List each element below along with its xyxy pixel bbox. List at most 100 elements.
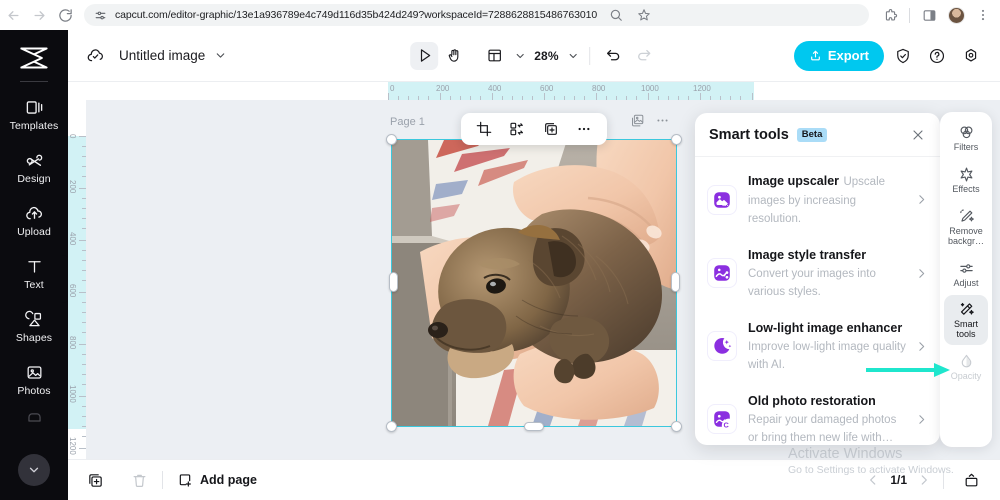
browser-action-icons — [877, 2, 1000, 28]
capcut-logo[interactable] — [11, 38, 57, 78]
resize-handle-top-right[interactable] — [671, 134, 682, 145]
sidebar-item-label: Design — [17, 173, 51, 185]
right-tool-smart-tools[interactable]: Smart tools — [944, 295, 988, 346]
present-icon[interactable] — [956, 465, 986, 495]
right-tool-label: Remove backgr… — [947, 225, 984, 246]
layout-icon[interactable] — [480, 42, 508, 70]
image-style-transfer-icon — [707, 258, 737, 289]
address-bar[interactable]: capcut.com/editor-graphic/13e1a936789e4c… — [84, 4, 869, 26]
sidebar-item-upload[interactable]: Upload — [0, 194, 68, 247]
add-page-button[interactable]: Add page — [177, 472, 257, 488]
zoom-chevron-down-icon[interactable] — [567, 50, 579, 62]
image-upscaler-4k-icon: 4K — [707, 184, 737, 215]
undo-icon[interactable] — [600, 42, 628, 70]
kebab-menu-icon[interactable] — [970, 2, 996, 28]
replace-icon[interactable] — [505, 117, 529, 141]
help-circle-icon[interactable] — [922, 41, 952, 71]
right-tool-remove-background[interactable]: Remove backgr… — [944, 202, 988, 252]
tune-icon[interactable] — [94, 9, 107, 22]
smart-tool-image-style-transfer[interactable]: Image style transfer Convert your images… — [695, 237, 940, 310]
filters-icon — [958, 124, 975, 141]
sidebar-item-design[interactable]: Design — [0, 141, 68, 194]
search-zoom-icon[interactable] — [603, 2, 629, 28]
right-tool-filters[interactable]: Filters — [944, 118, 988, 158]
chevron-left-icon[interactable] — [866, 473, 880, 487]
ruler-label-h: 600 — [540, 84, 554, 93]
redo-icon[interactable] — [630, 42, 658, 70]
layout-chevron-down-icon[interactable] — [514, 50, 526, 62]
crop-icon[interactable] — [472, 117, 496, 141]
hand-icon[interactable] — [440, 42, 468, 70]
smart-tool-image-upscaler[interactable]: 4K Image upscaler Upscale images by incr… — [695, 163, 940, 237]
export-button[interactable]: Export — [793, 40, 884, 71]
ruler-label-v: 600 — [68, 284, 77, 298]
resize-handle-bottom-left[interactable] — [386, 421, 397, 432]
right-tool-adjust[interactable]: Adjust — [944, 254, 988, 294]
capcut-editor-window: capcut.com/editor-graphic/13e1a936789e4c… — [0, 0, 1000, 500]
more-options-icon[interactable] — [572, 117, 596, 141]
forward-arrow-icon[interactable] — [26, 2, 52, 28]
sidebar-item-photos[interactable]: Photos — [0, 353, 68, 406]
resize-handle-top-left[interactable] — [386, 134, 397, 145]
sidebar-item-templates[interactable]: Templates — [0, 88, 68, 141]
side-panel-icon[interactable] — [916, 2, 942, 28]
smart-tool-name: Low-light image enhancer — [748, 320, 903, 335]
toolbar-divider — [909, 7, 910, 23]
smart-tools-wand-icon — [958, 301, 975, 318]
close-icon[interactable] — [910, 127, 926, 143]
upload-icon — [25, 203, 44, 223]
trash-icon[interactable] — [124, 465, 154, 495]
chevron-down-icon[interactable] — [214, 49, 227, 62]
star-icon[interactable] — [631, 2, 657, 28]
document-title[interactable]: Untitled image — [119, 48, 205, 63]
resize-handle-right[interactable] — [671, 272, 680, 292]
reload-icon[interactable] — [52, 2, 78, 28]
ruler-label-v: 400 — [68, 232, 77, 246]
duplicate-icon[interactable] — [539, 117, 563, 141]
ruler-label-v: 1200 — [68, 437, 77, 455]
right-tool-label: Smart tools — [953, 319, 978, 340]
right-tool-opacity[interactable]: Opacity — [944, 347, 988, 387]
chevron-right-icon[interactable] — [915, 413, 928, 426]
chevron-right-icon[interactable] — [915, 340, 928, 353]
annotation-arrow-icon — [866, 362, 950, 378]
smart-tool-old-photo-restoration[interactable]: C Old photo restoration Repair your dama… — [695, 383, 940, 445]
bottom-bar: Add page 1/1 — [68, 459, 1000, 500]
smart-tool-name: Image upscaler — [748, 174, 840, 188]
shield-check-icon[interactable] — [888, 41, 918, 71]
artboard-image[interactable] — [392, 140, 676, 426]
zoom-control[interactable]: 28% — [534, 49, 579, 63]
right-tool-effects[interactable]: Effects — [944, 160, 988, 200]
resize-handle-bottom[interactable] — [524, 422, 544, 431]
chevron-right-icon[interactable] — [915, 267, 928, 280]
puzzle-icon[interactable] — [877, 2, 903, 28]
duplicate-page-icon[interactable] — [80, 465, 110, 495]
sidebar-item-more-partial[interactable] — [0, 406, 68, 436]
more-options-icon[interactable] — [655, 113, 670, 128]
resize-handle-bottom-right[interactable] — [671, 421, 682, 432]
back-arrow-icon[interactable] — [0, 2, 26, 28]
header-right-group: Export — [793, 40, 986, 71]
sidebar-collapse-handle[interactable] — [58, 255, 68, 303]
resize-handle-left[interactable] — [389, 272, 398, 292]
page-label: Page 1 — [390, 116, 425, 128]
cursor-icon[interactable] — [410, 41, 439, 70]
right-tool-label: Effects — [952, 183, 980, 194]
panel-title: Smart tools — [709, 126, 789, 143]
settings-gear-icon[interactable] — [956, 41, 986, 71]
ruler-label-h: 400 — [488, 84, 502, 93]
remove-background-icon — [958, 208, 975, 225]
chevron-right-icon[interactable] — [917, 473, 931, 487]
chevron-right-icon[interactable] — [915, 193, 928, 206]
header-divider — [588, 46, 590, 65]
text-icon — [25, 256, 44, 276]
layers-icon[interactable] — [630, 113, 645, 128]
sidebar-item-shapes[interactable]: Shapes — [0, 300, 68, 353]
smart-tool-desc: Repair your damaged photos or bring them… — [748, 413, 897, 445]
sidebar-scroll-down-button[interactable] — [18, 454, 50, 486]
smart-tool-desc: Convert your images into various styles. — [748, 267, 876, 299]
ruler-label-v: 800 — [68, 336, 77, 350]
avatar-icon[interactable] — [943, 2, 969, 28]
add-page-label: Add page — [200, 473, 257, 487]
header-tool-group: 28% — [410, 41, 658, 70]
